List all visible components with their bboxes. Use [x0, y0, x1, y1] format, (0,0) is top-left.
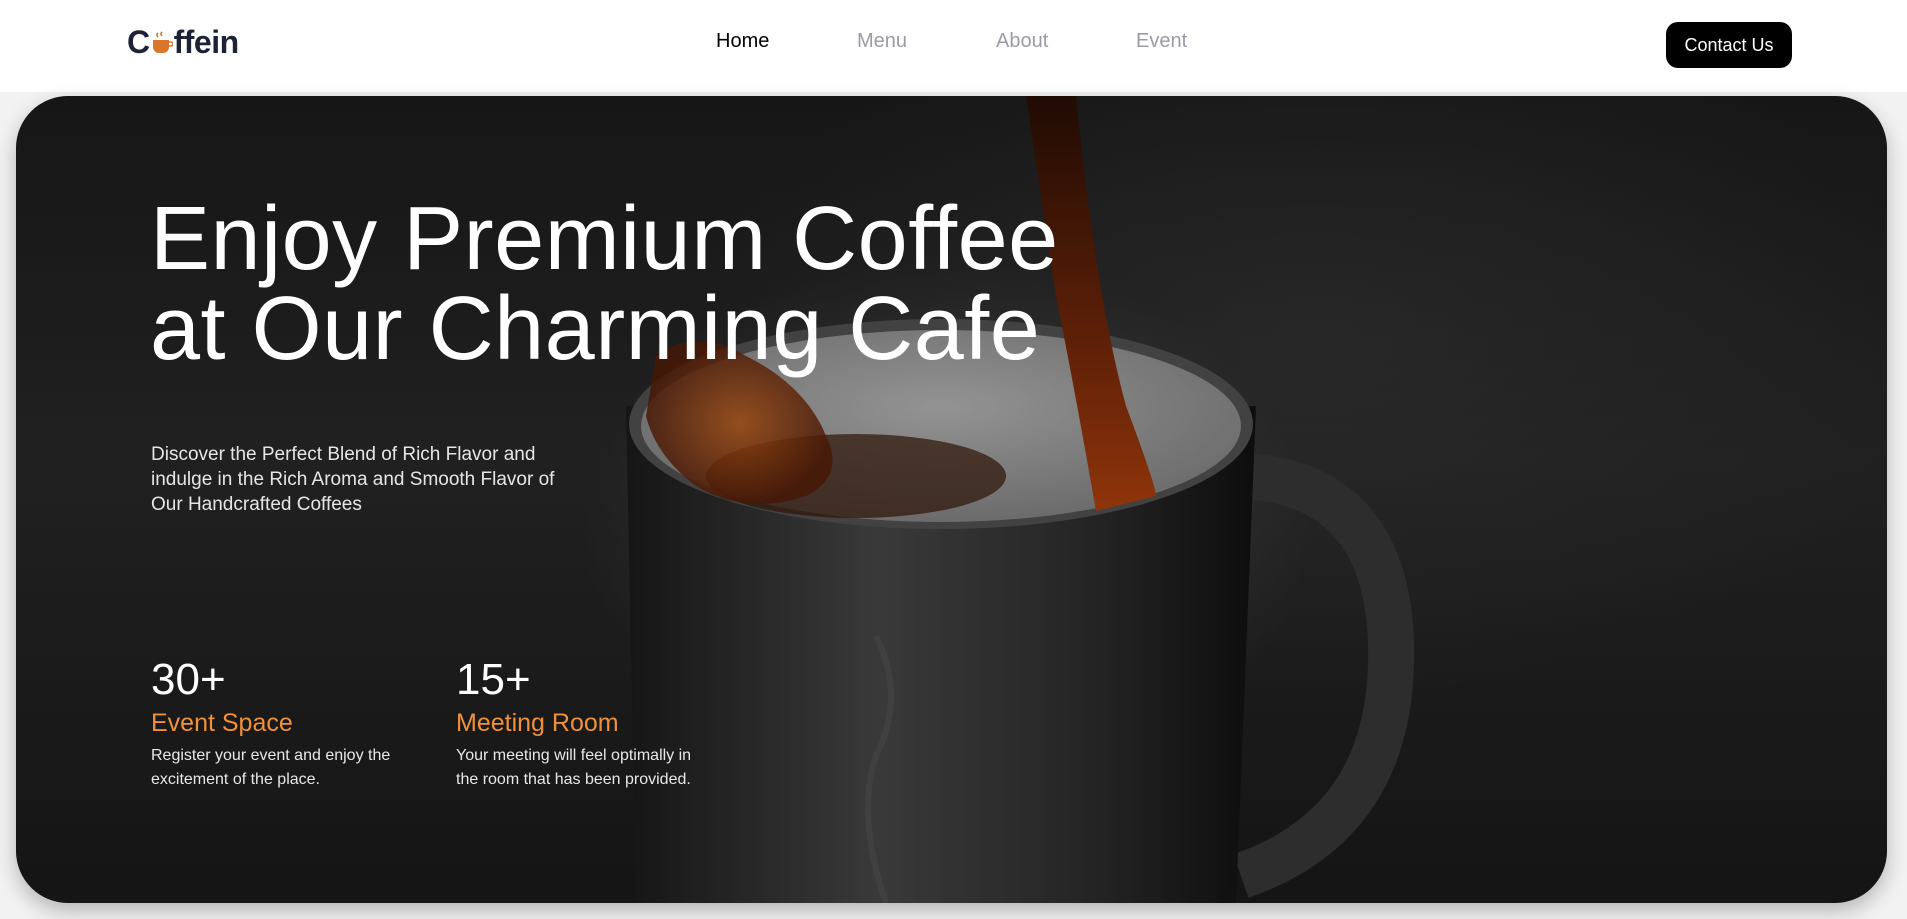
contact-us-button[interactable]: Contact Us: [1666, 22, 1792, 68]
nav-item-about[interactable]: About: [996, 30, 1136, 53]
stat-description: Your meeting will feel optimally in the …: [456, 747, 692, 788]
hero-title-line-2: at Our Charming Cafe: [150, 279, 1041, 379]
main-nav: Home Menu About Event: [716, 30, 1196, 53]
page: C ffein Home Menu About Event Contact Us: [0, 0, 1907, 919]
brand-logo[interactable]: C ffein: [127, 22, 239, 62]
stat-number: 30+: [151, 655, 226, 704]
stat-title: Event Space: [151, 709, 293, 737]
top-navigation-bar: C ffein Home Menu About Event Contact Us: [0, 0, 1907, 92]
logo-text-prefix: C: [127, 23, 150, 60]
hero-title-line-1: Enjoy Premium Coffee: [150, 189, 1059, 289]
logo-text-suffix: ffein: [173, 23, 240, 60]
hero-description: Discover the Perfect Blend of Rich Flavo…: [151, 444, 555, 515]
stat-event-space: 30+ Event Space Register your event and …: [151, 656, 411, 792]
stat-description: Register your event and enjoy the excite…: [151, 747, 391, 788]
stat-title: Meeting Room: [456, 709, 619, 737]
nav-item-home[interactable]: Home: [716, 30, 857, 53]
stat-number: 15+: [456, 655, 531, 704]
hero-title: Enjoy Premium Coffee at Our Charming Caf…: [150, 194, 1150, 374]
nav-item-menu[interactable]: Menu: [857, 30, 996, 53]
coffee-cup-icon: [151, 29, 173, 55]
hero-section: Enjoy Premium Coffee at Our Charming Caf…: [16, 96, 1887, 903]
stat-meeting-room: 15+ Meeting Room Your meeting will feel …: [456, 656, 716, 792]
nav-item-event[interactable]: Event: [1136, 30, 1196, 53]
